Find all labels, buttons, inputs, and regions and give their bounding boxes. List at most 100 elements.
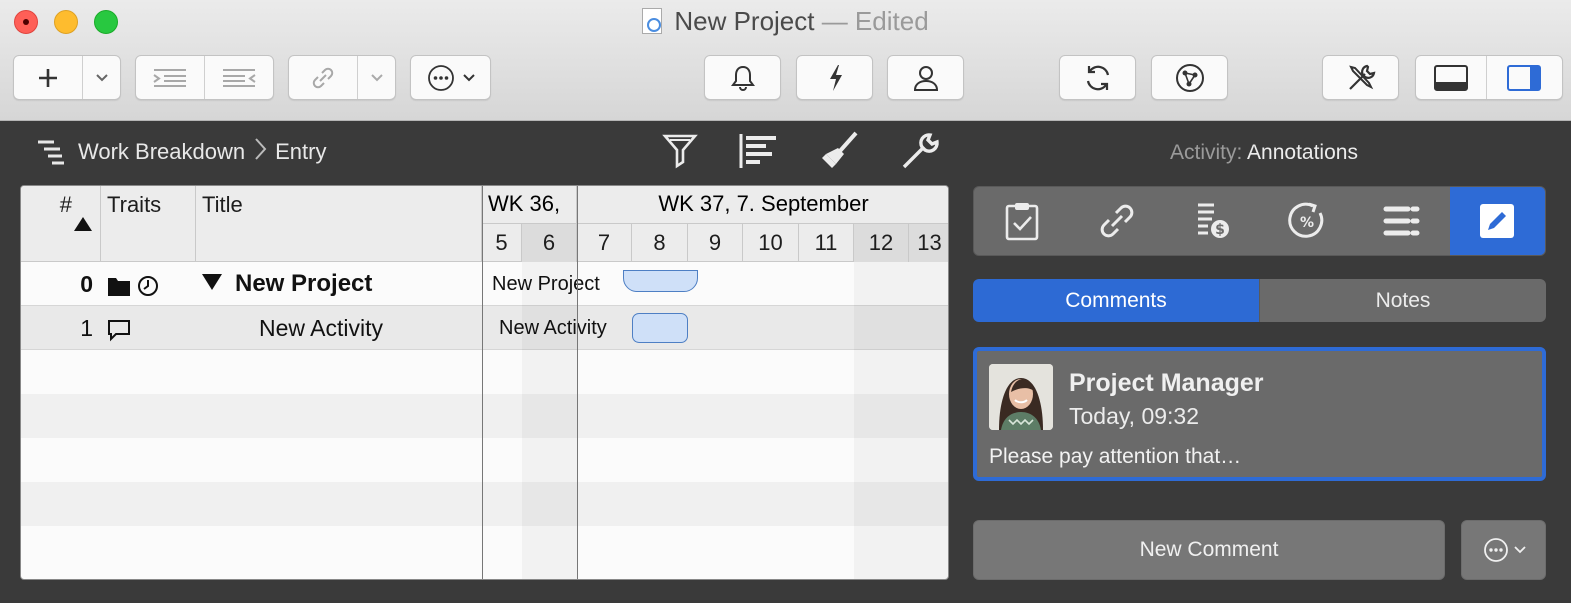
wrench-icon [902,133,939,169]
outdent-button[interactable] [205,56,274,99]
avatar [989,364,1053,430]
sort-ascending-icon [74,217,92,231]
empty-row [21,438,948,482]
tab-costs[interactable]: $ [1164,187,1259,255]
add-button[interactable] [14,56,84,99]
window-title: New Project — Edited [0,6,1571,37]
resource-button[interactable] [887,55,964,100]
row-title: New Project [201,262,481,306]
gantt-bars-icon [739,134,776,168]
add-menu-button[interactable] [83,56,120,99]
toggle-right-panel-button[interactable] [1487,56,1562,99]
weekend-shade [522,262,577,579]
toggle-bottom-panel-button[interactable] [1416,56,1487,99]
table-row[interactable]: 1 New Activity New Activity [21,306,948,350]
ellipsis-icon [1483,538,1508,562]
column-header-number[interactable]: # [21,186,101,262]
view-options [640,129,960,173]
person-icon [913,65,938,91]
row-number: 1 [80,315,93,341]
table-header: # Traits Title WK 36, WK 37, 7. Septembe… [21,186,948,262]
content-header: Work Breakdown Entry Activity: Annotatio… [0,121,1571,183]
row-traits [107,306,167,350]
comment-card[interactable]: Project Manager Today, 09:32 Please pay … [973,347,1546,481]
comment-author: Project Manager [1069,369,1264,397]
right-panel-icon [1507,64,1542,91]
gantt-summary-bar[interactable] [623,270,698,292]
more-actions-button[interactable] [410,55,491,100]
svg-text:%: % [1300,215,1314,231]
empty-row [21,350,948,394]
percent-icon: % [1288,202,1324,238]
empty-row [21,394,948,438]
alarm-button[interactable] [704,55,781,100]
row-number: 0 [80,271,93,297]
activity-label: Activity: [1170,141,1243,164]
segment-comments[interactable]: Comments [973,279,1259,322]
clock-icon [138,275,159,296]
new-comment-button[interactable]: New Comment [973,520,1445,580]
style-button[interactable] [800,129,880,173]
breadcrumb-leaf[interactable]: Entry [275,139,326,165]
chevron-down-icon [1513,546,1526,554]
row-title[interactable]: New Activity [259,306,481,350]
pencil-icon [1480,204,1515,238]
cost-icon: $ [1197,203,1229,238]
table-row[interactable]: 0 New Project New Project [21,262,948,306]
gantt-week-37: WK 37, 7. September [577,186,948,224]
tools-icon [1348,64,1375,90]
tools-seg [1323,56,1398,99]
gantt-day: 8 [632,224,688,262]
window-title-text: New Project [674,6,815,36]
gantt-week-36: WK 36, [482,186,577,224]
tools-button[interactable] [1322,55,1399,100]
comment-icon [108,319,130,342]
activity-value: Annotations [1247,141,1358,164]
network-seg [1152,56,1227,99]
row-title-text[interactable]: New Project [235,270,372,297]
column-header-traits[interactable]: Traits [101,186,196,262]
comment-options-button[interactable] [1461,520,1546,580]
tab-details[interactable] [1355,187,1450,255]
filter-icon [662,134,698,169]
gantt-day: 7 [577,224,632,262]
link-button[interactable] [289,56,359,99]
gantt-view-button[interactable] [720,129,800,173]
lightning-icon [829,64,842,91]
tab-checklist[interactable] [974,187,1069,255]
work-breakdown-table: # Traits Title WK 36, WK 37, 7. Septembe… [20,185,949,580]
paintbrush-icon [822,131,858,168]
tab-annotations[interactable] [1449,187,1545,255]
breadcrumb-root[interactable]: Work Breakdown [78,139,245,165]
gantt-task-bar[interactable] [632,313,688,343]
tab-links[interactable] [1069,187,1164,255]
filter-button[interactable] [640,129,720,173]
annotation-type-segment: Comments Notes [973,279,1546,322]
row-traits [107,262,167,306]
disclosure-triangle-icon[interactable] [201,273,223,291]
tab-progress[interactable]: % [1260,187,1355,255]
ellipsis-icon [427,64,454,91]
window-titlebar: New Project — Edited [0,0,1571,121]
bell-icon [730,65,755,91]
link-icon [1100,204,1134,238]
refresh-seg [1060,56,1135,99]
more-actions-seg [411,56,490,99]
refresh-button[interactable] [1059,55,1136,100]
inspector-tabs: $ % [973,186,1546,256]
gantt-day: 5 [482,224,522,262]
link-icon [312,67,334,88]
network-button[interactable] [1151,55,1228,100]
settings-button[interactable] [880,129,960,173]
segment-notes[interactable]: Notes [1259,279,1546,322]
gantt-day: 9 [688,224,743,262]
link-menu-button[interactable] [358,56,395,99]
comment-text: Please pay attention that… [989,445,1242,468]
breadcrumb: Work Breakdown Entry [36,137,326,167]
outdent-icon [222,68,256,87]
chevron-down-icon [462,73,475,81]
column-header-title[interactable]: Title [196,186,482,262]
quick-action-button[interactable] [796,55,873,100]
today-line [577,186,578,579]
indent-button[interactable] [136,56,205,99]
